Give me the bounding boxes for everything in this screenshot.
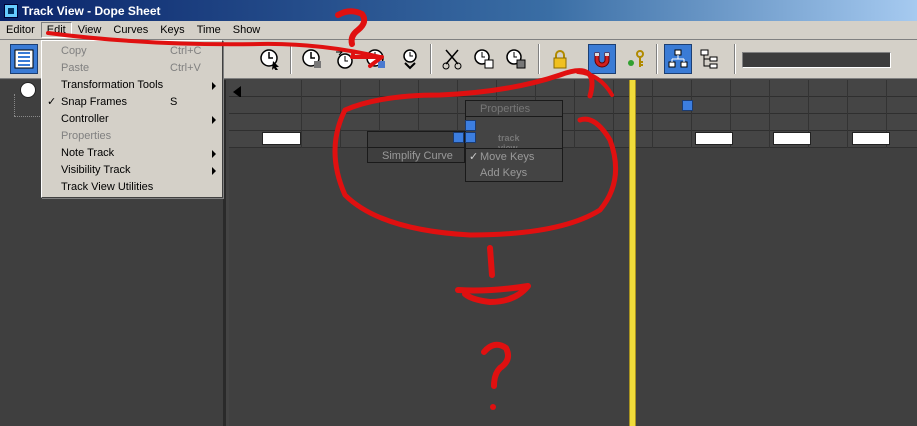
hierarchy-icon[interactable] [664,44,692,74]
edit-menu-track-view-utilities[interactable]: Track View Utilities [42,179,222,196]
cut-icon[interactable] [438,44,466,74]
lock-icon[interactable] [546,44,574,74]
grid-line [847,80,848,148]
title-bar: Track View - Dope Sheet [0,0,917,21]
key-range-bar[interactable] [852,132,890,145]
submenu-arrow-icon [212,167,216,175]
key-range-bar[interactable] [695,132,733,145]
check-icon: ✓ [469,151,479,163]
toolbar-separator [656,44,658,74]
shortcut-label: Ctrl+C [170,45,202,57]
toolbar-separator [734,44,736,74]
menu-curves[interactable]: Curves [107,22,154,38]
quad-move-keys-item[interactable]: ✓ Move Keys [466,149,562,165]
grid-line [340,80,341,148]
grid-line [652,80,653,148]
menu-editor[interactable]: Editor [0,22,41,38]
quad-center-square [453,132,464,143]
slide-keys-icon[interactable] [298,44,326,74]
select-keys-icon[interactable] [256,44,284,74]
grid-line [691,80,692,148]
quad-center-square [682,100,693,111]
copy-icon[interactable] [470,44,498,74]
dope-sheet-icon[interactable] [10,44,38,74]
key-range-bar[interactable] [773,132,811,145]
edit-menu-properties[interactable]: Properties [42,128,222,145]
menu-bar: Editor Edit View Curves Keys Time Show [0,21,917,40]
quad-add-keys-item[interactable]: Add Keys [466,165,562,181]
track-name-field[interactable] [742,52,891,68]
shortcut-label: S [170,96,178,108]
grid-line [301,80,302,148]
world-icon[interactable] [20,82,36,98]
edit-menu-snap-frames[interactable]: ✓ Snap Frames S [42,94,222,111]
menu-show[interactable]: Show [227,22,267,38]
paste-icon[interactable] [502,44,530,74]
track-row[interactable] [229,97,917,114]
quad-center-square [465,120,476,131]
menu-keys[interactable]: Keys [154,22,190,38]
quad-center-square [465,132,476,143]
quad-bottom-right: ✓ Move Keys Add Keys [465,148,563,182]
track-row[interactable] [229,131,917,148]
grid-line [574,80,575,148]
window-title: Track View - Dope Sheet [22,3,161,18]
quad-move-keys-label: Move Keys [480,151,535,163]
key-window[interactable]: Properties track view key Simplify Curve… [229,80,917,426]
edit-menu-note-track[interactable]: Note Track [42,145,222,162]
key-range-bar[interactable] [262,132,301,145]
track-view-app-icon [4,3,18,18]
quad-simplify-curve-item[interactable]: Simplify Curve [368,148,464,164]
tree-connector [14,94,15,116]
toolbar-separator [538,44,540,74]
track-rows [229,80,917,148]
grid-line [613,80,614,148]
scale-keys-icon[interactable] [362,44,390,74]
track-row[interactable] [229,80,917,98]
grid-line [769,80,770,148]
toolbar-separator [290,44,292,74]
check-icon: ✓ [47,96,57,108]
track-row[interactable] [229,114,917,131]
add-remove-time-icon[interactable] [330,44,358,74]
submenu-arrow-icon [212,116,216,124]
quad-properties-item[interactable]: Properties [466,101,562,117]
toolbar-separator [430,44,432,74]
quad-bottom-left: Simplify Curve [367,131,465,163]
menu-edit[interactable]: Edit [40,22,72,38]
shortcut-label: Ctrl+V [170,62,201,74]
snap-magnet-icon[interactable] [588,44,616,74]
edit-menu-copy[interactable]: Copy Ctrl+C [42,43,222,60]
edit-menu-transformation-tools[interactable]: Transformation Tools [42,77,222,94]
submenu-arrow-icon [212,150,216,158]
tree-icon[interactable] [696,44,724,74]
edit-menu-controller[interactable]: Controller [42,111,222,128]
menu-time[interactable]: Time [191,22,227,38]
show-keyable-icon[interactable] [622,44,650,74]
tree-connector [14,116,40,117]
edit-menu-paste[interactable]: Paste Ctrl+V [42,60,222,77]
edit-menu-dropdown: Copy Ctrl+C Paste Ctrl+V Transformation … [41,40,223,198]
move-keys-icon[interactable] [396,44,424,74]
submenu-arrow-icon [212,82,216,90]
time-slider[interactable] [629,80,636,426]
menu-view[interactable]: View [72,22,108,38]
edit-menu-visibility-track[interactable]: Visibility Track [42,162,222,179]
